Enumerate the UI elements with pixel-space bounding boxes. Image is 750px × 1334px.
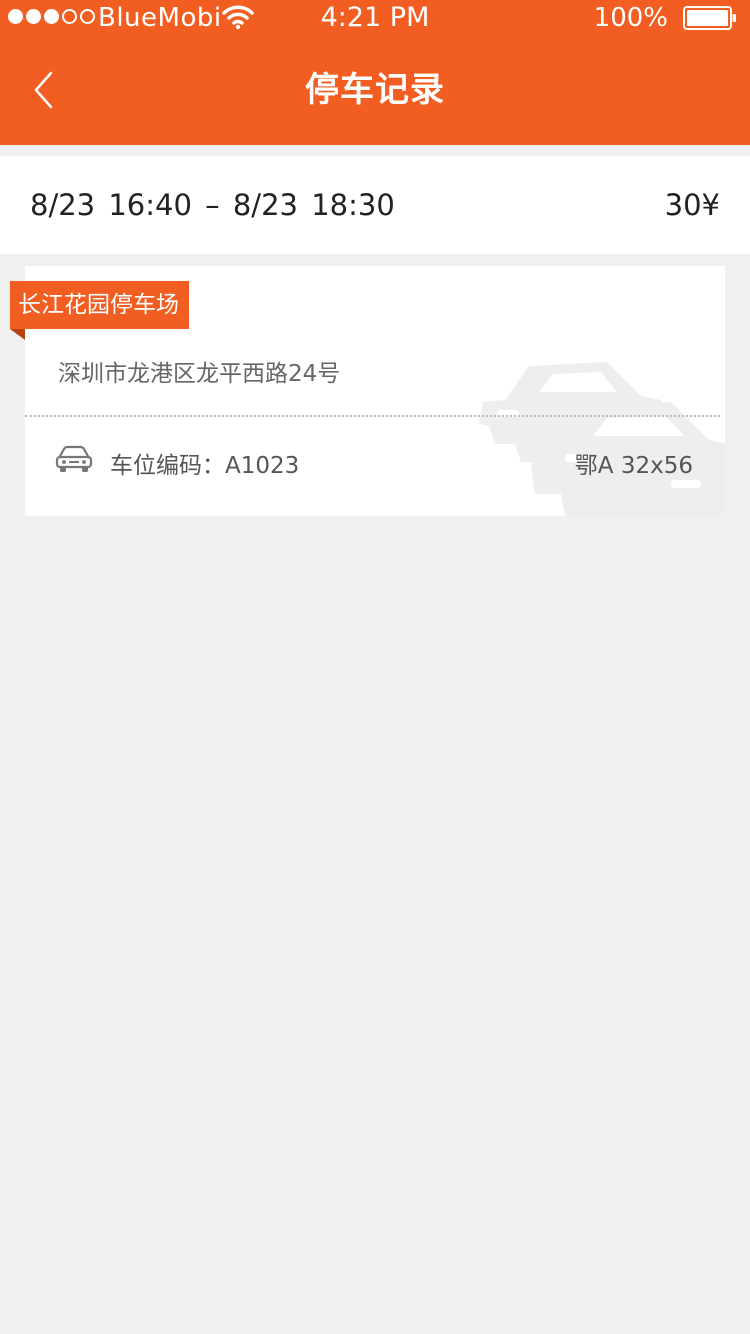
- ribbon-fold: [10, 329, 25, 340]
- parking-record-summary[interactable]: 8/23 16:40 – 8/23 18:30 30¥: [0, 156, 750, 254]
- app-header: BlueMobi 4:21 PM 100% 停车记录: [0, 0, 750, 145]
- divider: [25, 415, 720, 417]
- battery-icon: [683, 6, 736, 30]
- status-bar: BlueMobi 4:21 PM 100%: [0, 0, 750, 36]
- cars-watermark-icon: [479, 362, 725, 516]
- parking-lot-address: 深圳市龙港区龙平西路24号: [58, 361, 341, 387]
- battery-percentage: 100%: [593, 3, 668, 33]
- parking-fee: 30¥: [664, 188, 720, 222]
- license-plate: 鄂A 32x56: [574, 453, 693, 479]
- page-title: 停车记录: [305, 70, 445, 110]
- parking-lot-name: 长江花园停车场: [10, 281, 189, 329]
- parking-time-range: 8/23 16:40 – 8/23 18:30: [30, 188, 395, 222]
- car-icon: [55, 445, 93, 472]
- parking-spot-code: 车位编码：A1023: [110, 453, 300, 479]
